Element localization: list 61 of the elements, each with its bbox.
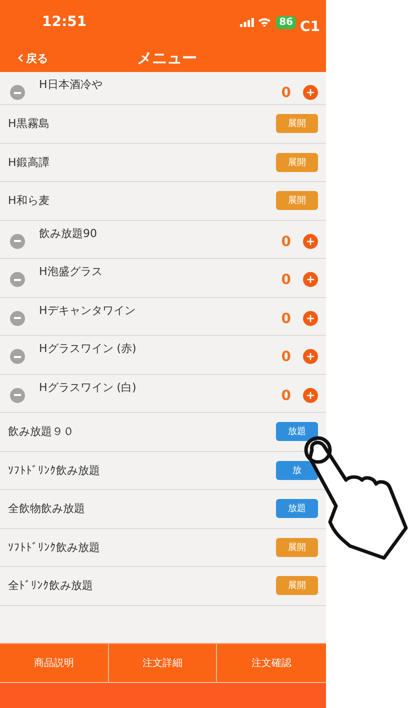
minus-icon [14,317,21,319]
plan-button[interactable]: 放題 [276,499,318,518]
item-count: 0 [281,349,291,365]
minus-icon [14,394,21,396]
plus-icon [307,353,314,360]
plus-icon [307,89,314,96]
status-time: 12:51 [42,14,87,30]
item-name: 飲み放題90 [39,226,98,240]
screen-title: メニュー [137,48,197,68]
plus-button[interactable] [303,310,318,326]
item-name: H黒霧島 [8,116,50,132]
back-button[interactable]: 戻る [18,50,48,66]
item-name: Hグラスワイン (赤) [39,341,138,356]
plan-button[interactable]: 放題 [276,422,318,442]
plus-icon [307,276,314,283]
minus-button[interactable] [10,234,25,248]
minus-button[interactable] [10,349,25,364]
minus-button[interactable] [10,388,25,402]
plus-icon [307,392,314,398]
minus-icon [14,240,21,242]
plus-icon [307,238,314,244]
expand-button[interactable]: 展開 [276,114,318,134]
item-name: H鍛高譚 [8,154,50,170]
plus-button[interactable] [303,85,318,100]
item-count: 0 [281,388,291,404]
item-name: H和ら麦 [8,193,50,208]
plus-icon [307,314,314,322]
item-count: 0 [281,272,291,288]
plus-button[interactable] [303,234,318,248]
item-name: ｿﾌﾄﾄﾞﾘﾝｸ飲み放題 [8,462,101,478]
item-count: 0 [281,85,291,101]
wifi-icon [258,17,272,27]
item-name: Hグラスワイン (白) [39,380,138,394]
item-name: 飲み放題９０ [8,424,75,440]
carrier-label: C1 [300,19,320,35]
plus-button[interactable] [303,272,318,287]
expand-button[interactable]: 展開 [276,538,318,557]
signal-icon [240,18,254,26]
minus-button[interactable] [10,310,25,326]
item-name: H泡盛グラス [39,264,104,279]
plan-button[interactable]: 放 [276,460,318,480]
plus-button[interactable] [303,388,318,402]
item-name: ｿﾌﾄﾄﾞﾘﾝｸ飲み放題 [8,540,101,555]
footer-tab[interactable]: 注文確認 [217,644,326,682]
expand-button[interactable]: 展開 [276,152,318,172]
item-name: H日本酒冷や [39,77,104,92]
minus-icon [14,92,21,94]
item-name: 全飲物飲み放題 [8,501,86,516]
expand-button[interactable]: 展開 [276,576,318,596]
minus-button[interactable] [10,272,25,287]
expand-button[interactable]: 展開 [276,191,318,210]
minus-icon [14,278,21,280]
chevron-left-icon [18,54,23,62]
minus-icon [14,356,21,358]
item-name: 全ﾄﾞﾘﾝｸ飲み放題 [8,578,94,594]
plus-button[interactable] [303,349,318,364]
minus-button[interactable] [10,85,25,100]
item-count: 0 [281,310,291,326]
battery-level: 86 [276,16,296,28]
item-name: Hデキャンタワイン [39,302,136,318]
item-count: 0 [281,234,291,250]
